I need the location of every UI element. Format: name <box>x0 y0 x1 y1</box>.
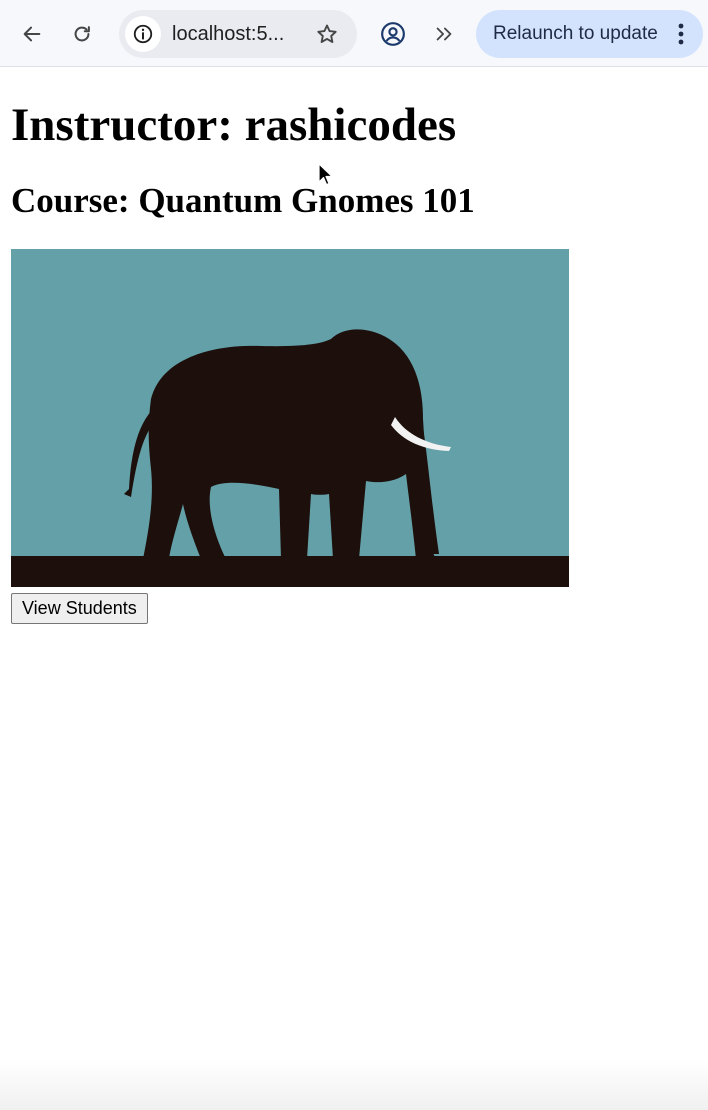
back-button[interactable] <box>14 16 50 52</box>
reload-button[interactable] <box>64 16 100 52</box>
browser-toolbar: localhost:5... Relaunch to update <box>0 0 708 67</box>
mouse-cursor-icon <box>318 163 333 186</box>
bookmark-button[interactable] <box>309 16 345 52</box>
double-chevron-icon <box>436 27 452 41</box>
back-arrow-icon <box>23 26 41 42</box>
star-icon <box>317 24 337 43</box>
relaunch-label: Relaunch to update <box>493 23 658 44</box>
profile-icon <box>381 22 405 46</box>
view-students-button[interactable]: View Students <box>11 593 148 624</box>
profile-button[interactable] <box>375 16 411 52</box>
kebab-menu-icon <box>678 23 684 45</box>
browser-menu-button[interactable] <box>669 16 693 52</box>
reload-icon <box>74 26 90 42</box>
url-text[interactable]: localhost:5... <box>172 10 284 58</box>
course-heading: Course: Quantum Gnomes 101 <box>11 181 475 220</box>
site-info-button[interactable] <box>125 16 161 52</box>
address-bar[interactable]: localhost:5... <box>119 10 357 58</box>
course-image <box>11 249 569 587</box>
extensions-overflow-button[interactable] <box>426 16 462 52</box>
window-bottom-edge <box>0 1060 708 1110</box>
instructor-heading: Instructor: rashicodes <box>11 99 457 151</box>
info-icon <box>133 24 153 44</box>
relaunch-to-update-button[interactable]: Relaunch to update <box>476 10 703 58</box>
